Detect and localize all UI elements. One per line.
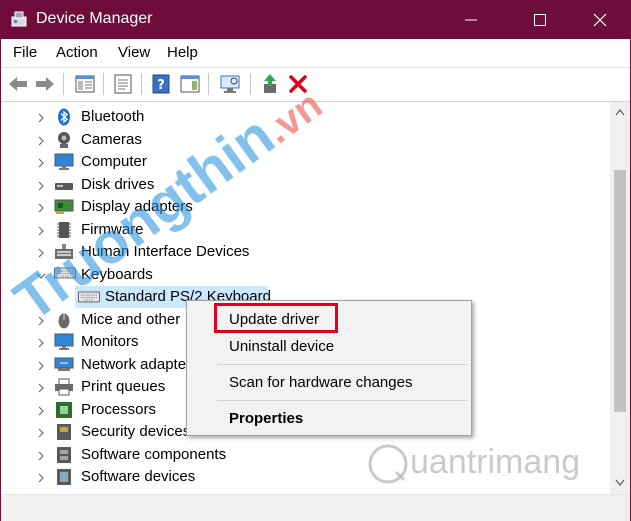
properties-icon (114, 74, 132, 94)
update-driver-highlight-box (214, 303, 338, 333)
back-button[interactable] (6, 72, 30, 96)
menu-bar: File Action View Help (1, 39, 630, 67)
device-manager-icon (10, 10, 28, 28)
window-title: Device Manager (36, 10, 153, 27)
security-device-icon (54, 423, 74, 441)
context-scan-hardware[interactable]: Scan for hardware changes (187, 372, 471, 396)
tree-category-label: Print queues (81, 378, 166, 395)
watermark-quantrimang: uantrimang (366, 438, 606, 490)
svg-text:?: ? (157, 78, 165, 93)
action-pane-icon (180, 75, 200, 93)
tree-category-label: Mice and other (81, 310, 181, 328)
context-uninstall-device[interactable]: Uninstall device (187, 336, 471, 360)
tree-category-label: Security devices (81, 423, 191, 440)
forward-button[interactable] (33, 72, 57, 96)
menu-action[interactable]: Action (56, 44, 98, 61)
tree-category-label: Monitors (81, 333, 139, 350)
chevron-right-icon[interactable] (35, 426, 47, 438)
context-scan-hardware-label: Scan for hardware changes (229, 374, 413, 391)
chevron-right-icon[interactable] (35, 359, 47, 371)
display-adapter-icon (54, 198, 74, 216)
bluetooth-icon (54, 108, 74, 126)
chevron-right-icon[interactable] (35, 134, 47, 146)
tree-category-label: Bluetooth (81, 108, 145, 125)
quantrimang-logo-icon (368, 444, 408, 484)
scroll-down-icon[interactable] (615, 479, 625, 487)
toolbar-separator (63, 73, 64, 95)
context-separator (217, 364, 467, 365)
processor-icon (54, 401, 74, 419)
scan-hardware-icon (220, 75, 240, 93)
chevron-right-icon[interactable] (35, 336, 47, 348)
back-arrow-icon (9, 77, 27, 91)
vertical-scrollbar[interactable] (610, 102, 630, 494)
show-hide-console-tree-button[interactable] (73, 72, 97, 96)
chevron-right-icon[interactable] (35, 449, 47, 461)
menu-help[interactable]: Help (167, 44, 198, 61)
chevron-right-icon[interactable] (35, 179, 47, 191)
minimize-icon (465, 19, 477, 21)
software-device-icon (54, 468, 74, 486)
watermark-right-text: uantrimang (410, 443, 581, 481)
camera-icon (54, 131, 74, 149)
chevron-right-icon[interactable] (35, 404, 47, 416)
toolbar: ? (1, 67, 630, 102)
tree-category-label: Computer (81, 153, 147, 170)
chevron-right-icon[interactable] (35, 111, 47, 123)
context-separator (217, 400, 467, 401)
scan-hardware-button[interactable] (218, 72, 242, 96)
minimize-button[interactable] (448, 0, 494, 39)
forward-arrow-icon (36, 77, 54, 91)
tree-category-label: Network adapte (81, 355, 187, 373)
menu-file[interactable]: File (13, 44, 37, 61)
tree-category-computer[interactable]: Computer (1, 151, 601, 173)
context-properties-label: Properties (229, 410, 304, 427)
device-manager-window: Device Manager File Action View Help ? B… (0, 0, 631, 521)
printer-icon (54, 378, 74, 396)
toolbar-separator (141, 73, 142, 95)
monitor-icon (54, 333, 74, 351)
vertical-scroll-thumb[interactable] (614, 170, 626, 412)
monitor-icon (54, 153, 74, 171)
tree-category-label: Software components (81, 445, 227, 463)
chevron-right-icon[interactable] (35, 471, 47, 483)
show-hide-console-tree-icon (75, 75, 95, 93)
tree-category-label: Cameras (81, 130, 142, 148)
chevron-right-icon[interactable] (35, 156, 47, 168)
help-icon: ? (152, 74, 170, 94)
help-button[interactable]: ? (149, 72, 173, 96)
context-properties[interactable]: Properties (187, 408, 471, 432)
software-component-icon (54, 446, 74, 464)
action-pane-button[interactable] (178, 72, 202, 96)
title-bar[interactable]: Device Manager (0, 0, 631, 39)
tree-category-label: Software devices (81, 468, 196, 485)
toolbar-separator (208, 73, 209, 95)
context-uninstall-device-label: Uninstall device (229, 338, 335, 355)
network-adapter-icon (54, 356, 74, 374)
chevron-right-icon[interactable] (35, 201, 47, 213)
close-icon (593, 13, 607, 27)
scroll-up-icon[interactable] (615, 108, 625, 116)
toolbar-separator (103, 73, 104, 95)
tree-category-disk-drives[interactable]: Disk drives (1, 174, 601, 196)
close-button[interactable] (577, 0, 623, 39)
toolbar-separator (250, 73, 251, 95)
maximize-icon (534, 14, 546, 26)
horizontal-scrollbar[interactable] (1, 494, 630, 521)
properties-button[interactable] (111, 72, 135, 96)
disk-drive-icon (54, 176, 74, 194)
tree-category-label: Processors (81, 400, 157, 418)
maximize-button[interactable] (517, 0, 563, 39)
chevron-right-icon[interactable] (35, 224, 47, 236)
chevron-right-icon[interactable] (35, 381, 47, 393)
menu-view[interactable]: View (118, 44, 150, 61)
